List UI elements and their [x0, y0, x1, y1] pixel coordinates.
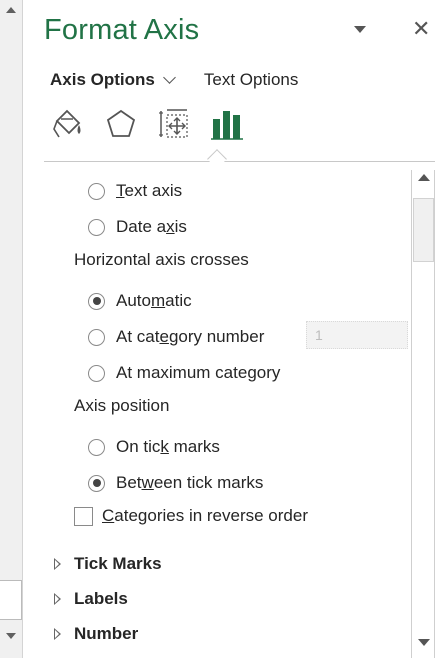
expand-arrow-icon — [54, 628, 62, 640]
axis-options-content: Text axis Date axis Horizontal axis cros… — [24, 166, 411, 658]
radio-button-selected[interactable] — [88, 474, 105, 492]
section-tick-marks[interactable]: Tick Marks — [54, 554, 162, 574]
radio-button[interactable] — [88, 182, 105, 200]
scroll-thumb[interactable] — [413, 198, 434, 262]
dropdown-triangle-icon — [354, 26, 366, 33]
checkbox-categories-reverse-order[interactable]: Categories in reverse order — [74, 506, 308, 526]
worksheet-scroll-up-button[interactable] — [0, 0, 22, 20]
radio-on-tick-marks-label: On tick marks — [116, 437, 220, 456]
scroll-down-icon[interactable] — [418, 639, 430, 646]
expand-arrow-icon — [54, 558, 62, 570]
divider — [44, 161, 435, 162]
section-tick-marks-label: Tick Marks — [74, 554, 162, 573]
radio-at-maximum-category[interactable]: At maximum category — [88, 363, 280, 383]
radio-text-axis[interactable]: Text axis — [88, 181, 182, 201]
radio-button[interactable] — [88, 218, 105, 236]
triangle-up-icon — [6, 7, 16, 13]
close-icon[interactable]: ✕ — [412, 18, 430, 40]
tab-axis-options-label: Axis Options — [50, 70, 155, 89]
horizontal-axis-crosses-label: Horizontal axis crosses — [74, 250, 249, 269]
radio-date-axis[interactable]: Date axis — [88, 217, 187, 237]
radio-at-maximum-category-label: At maximum category — [116, 363, 281, 382]
pane-options-button[interactable] — [354, 26, 368, 36]
worksheet-scrollbar[interactable] — [0, 0, 23, 658]
radio-between-tick-marks-label: Between tick marks — [116, 473, 264, 492]
radio-at-category-number-label: At category number — [116, 327, 265, 346]
radio-automatic-label: Automatic — [116, 291, 192, 310]
checkbox-categories-reverse-order-label: Categories in reverse order — [102, 506, 308, 525]
radio-text-axis-label-rest: ext axis — [124, 181, 183, 200]
radio-button[interactable] — [88, 328, 105, 346]
tab-text-options[interactable]: Text Options — [204, 70, 299, 90]
fill-line-icon[interactable] — [50, 106, 86, 142]
radio-date-axis-label: Date axis — [116, 217, 187, 236]
effects-icon[interactable] — [103, 106, 139, 142]
format-axis-pane: Format Axis ✕ Axis Options Text Options — [24, 0, 435, 658]
options-tabs: Axis Options Text Options — [50, 70, 298, 90]
category-number-input[interactable]: 1 — [306, 321, 408, 349]
radio-automatic[interactable]: Automatic — [88, 291, 192, 311]
radio-on-tick-marks[interactable]: On tick marks — [88, 437, 220, 457]
section-labels-label: Labels — [74, 589, 128, 608]
section-number-label: Number — [74, 624, 139, 643]
triangle-down-icon — [6, 633, 16, 639]
pane-scrollbar[interactable] — [411, 170, 435, 658]
axis-options-icon[interactable] — [209, 106, 245, 142]
size-properties-icon[interactable] — [156, 106, 192, 142]
radio-text-axis-label: Text axis — [116, 181, 183, 200]
pane-title: Format Axis — [44, 14, 200, 46]
axis-position-label: Axis position — [74, 396, 170, 415]
worksheet-scroll-down-button[interactable] — [0, 626, 22, 646]
checkbox[interactable] — [74, 506, 93, 526]
category-icon-bar — [50, 106, 262, 142]
chevron-down-icon — [162, 71, 176, 84]
tab-axis-options[interactable]: Axis Options — [50, 70, 176, 90]
section-labels[interactable]: Labels — [54, 589, 128, 609]
radio-between-tick-marks[interactable]: Between tick marks — [88, 473, 263, 493]
section-number[interactable]: Number — [54, 624, 138, 644]
radio-button-selected[interactable] — [88, 292, 105, 310]
radio-button[interactable] — [88, 438, 105, 456]
radio-button[interactable] — [88, 364, 105, 382]
scroll-up-icon[interactable] — [418, 174, 430, 181]
expand-arrow-icon — [54, 593, 62, 605]
radio-at-category-number[interactable]: At category number — [88, 327, 264, 347]
worksheet-scroll-thumb[interactable] — [0, 580, 22, 620]
